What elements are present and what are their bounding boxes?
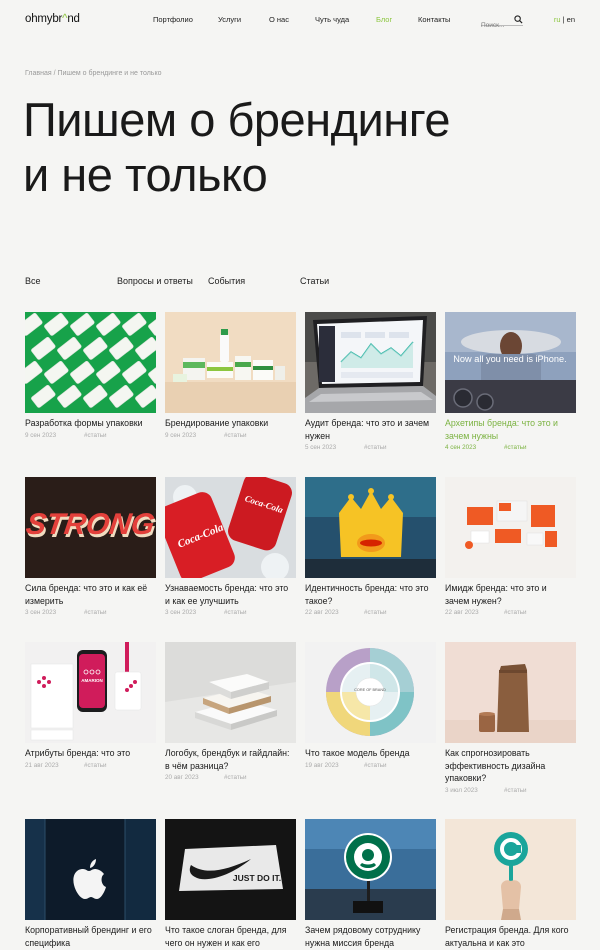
article-image-strong[interactable]: STRONG STRONG	[25, 477, 156, 578]
lang-en[interactable]: en	[567, 15, 575, 24]
article-date: 5 сен 2023	[305, 444, 337, 451]
article-tag[interactable]: #статьи	[504, 444, 527, 451]
nike-slogan: JUST DO IT.	[233, 873, 281, 883]
article-title[interactable]: Что такое модель бренда	[305, 747, 436, 760]
article-title[interactable]: Что такое слоган бренда, для чего он нуж…	[165, 924, 296, 949]
article-title[interactable]: Узнаваемость бренда: что это и как ее ул…	[165, 582, 296, 607]
article-title[interactable]: Идентичность бренда: что это такое?	[305, 582, 436, 607]
amarion-logo: AMARION	[81, 678, 103, 683]
article-image-coffee-pouch[interactable]	[445, 642, 576, 743]
nav-services[interactable]: Услуги	[218, 15, 269, 24]
article-tag[interactable]: #статьи	[84, 762, 107, 769]
article-date: 21 авг 2023	[25, 761, 59, 769]
article-card[interactable]: Брендирование упаковки 9 сен 2023 #статьи	[165, 312, 296, 441]
article-card[interactable]: Корпоративный брендинг и его специфика	[25, 819, 156, 949]
article-card[interactable]: STRONG STRONG Сила бренда: что это и как…	[25, 477, 156, 618]
search-input[interactable]	[481, 22, 513, 29]
article-tag[interactable]: #статьи	[504, 787, 527, 794]
filter-articles[interactable]: Статьи	[300, 276, 329, 286]
nav-blog[interactable]: Блог	[376, 15, 418, 24]
article-card[interactable]: Регистрация бренда. Для кого актуальна и…	[445, 819, 576, 949]
article-title[interactable]: Корпоративный брендинг и его специфика	[25, 924, 156, 949]
article-image-iphone[interactable]: Now all you need is iPhone.	[445, 312, 576, 413]
article-date: 9 сен 2023	[165, 431, 197, 439]
article-date: 3 сен 2023	[165, 609, 197, 616]
article-tag[interactable]: #статьи	[364, 444, 387, 451]
article-image-orange-mockups[interactable]	[445, 477, 576, 578]
article-title[interactable]: Как спрогнозировать эффективность дизайн…	[445, 747, 576, 785]
article-image-nike[interactable]: JUST DO IT.	[165, 819, 296, 920]
article-image-coca-cola[interactable]: Coca-Cola Coca-Cola	[165, 477, 296, 578]
language-switch: ru | en	[554, 15, 575, 24]
article-card[interactable]: Логобук, брендбук и гайдлайн: в чём разн…	[165, 642, 296, 783]
main-nav: Портфолио Услуги О нас Чуть чуда Блог Ко…	[153, 15, 468, 24]
article-image-copyright[interactable]	[445, 819, 576, 920]
lang-ru[interactable]: ru	[554, 15, 561, 24]
search-icon[interactable]	[514, 15, 523, 24]
article-title[interactable]: Аудит бренда: что это и зачем нужен	[305, 417, 436, 442]
breadcrumb: Главная / Пишем о брендинге и не только	[25, 70, 162, 77]
article-card[interactable]: Зачем рядовому сотруднику нужна миссия б…	[305, 819, 436, 949]
article-image-packaging[interactable]	[165, 312, 296, 413]
article-card[interactable]: AMARION Атрибуты бренда: что это 21 авг …	[25, 642, 156, 771]
logo[interactable]: ohmybr^nd	[25, 13, 80, 25]
article-title[interactable]: Зачем рядовому сотруднику нужна миссия б…	[305, 924, 436, 949]
article-date: 20 авг 2023	[165, 774, 199, 781]
brand-wheel-core-label: CORE OF BRAND	[354, 688, 386, 692]
article-card[interactable]: Как спрогнозировать эффективность дизайн…	[445, 642, 576, 796]
article-tag[interactable]: #статьи	[84, 432, 107, 439]
article-title[interactable]: Регистрация бренда. Для кого актуальна и…	[445, 924, 576, 949]
article-image-burger-king[interactable]	[305, 477, 436, 578]
site-header: ohmybr^nd Портфолио Услуги О нас Чуть чу…	[25, 12, 575, 30]
article-tag[interactable]: #статьи	[224, 609, 247, 616]
page-title: Пишем о брендинге и не только	[23, 93, 450, 201]
article-card[interactable]: Coca-Cola Coca-Cola Узнаваемость бренда:…	[165, 477, 296, 618]
article-title[interactable]: Брендирование упаковки	[165, 417, 296, 430]
article-image-apple-store[interactable]	[25, 819, 156, 920]
article-date: 3 сен 2023	[25, 609, 57, 616]
article-tag[interactable]: #статьи	[364, 762, 387, 769]
article-card[interactable]: CORE OF BRAND Что такое модель бренда 19…	[305, 642, 436, 771]
article-date: 3 июл 2023	[445, 786, 478, 794]
article-card[interactable]: Now all you need is iPhone. Архетипы бре…	[445, 312, 576, 453]
search-box	[481, 14, 523, 29]
nav-contacts[interactable]: Контакты	[418, 15, 468, 24]
article-tag[interactable]: #статьи	[84, 609, 107, 616]
article-title[interactable]: Архетипы бренда: что это и зачем нужны	[445, 417, 576, 442]
nav-miracle[interactable]: Чуть чуда	[315, 15, 376, 24]
article-title[interactable]: Сила бренда: что это и как её измерить	[25, 582, 156, 607]
article-card[interactable]: Идентичность бренда: что это такое? 22 а…	[305, 477, 436, 618]
article-title[interactable]: Разработка формы упаковки	[25, 417, 156, 430]
article-image-brand-wheel[interactable]: CORE OF BRAND	[305, 642, 436, 743]
article-tag[interactable]: #статьи	[364, 609, 387, 616]
article-image-books[interactable]	[165, 642, 296, 743]
article-date: 4 сен 2023	[445, 444, 477, 451]
article-image-packets[interactable]	[25, 312, 156, 413]
article-image-starbucks[interactable]	[305, 819, 436, 920]
article-tag[interactable]: #статьи	[224, 774, 247, 781]
article-tag[interactable]: #статьи	[504, 609, 527, 616]
article-title[interactable]: Логобук, брендбук и гайдлайн: в чём разн…	[165, 747, 296, 772]
article-image-laptop[interactable]	[305, 312, 436, 413]
iphone-ad-text: Now all you need is iPhone.	[453, 354, 566, 364]
article-card[interactable]: Разработка формы упаковки 9 сен 2023 #ста…	[25, 312, 156, 441]
article-date: 9 сен 2023	[25, 431, 57, 439]
article-tag[interactable]: #статьи	[224, 432, 247, 439]
article-card[interactable]: Аудит бренда: что это и зачем нужен 5 се…	[305, 312, 436, 453]
article-date: 22 авг 2023	[445, 609, 479, 616]
nav-portfolio[interactable]: Портфолио	[153, 15, 218, 24]
nav-about[interactable]: О нас	[269, 15, 315, 24]
article-title[interactable]: Имидж бренда: что это и зачем нужен?	[445, 582, 576, 607]
article-date: 19 авг 2023	[305, 761, 339, 769]
filter-faq[interactable]: Вопросы и ответы	[117, 276, 193, 286]
article-card[interactable]: JUST DO IT. Что такое слоган бренда, для…	[165, 819, 296, 949]
filter-events[interactable]: События	[208, 276, 245, 286]
filter-all[interactable]: Все	[25, 276, 41, 286]
article-date: 22 авг 2023	[305, 609, 339, 616]
article-card[interactable]: Имидж бренда: что это и зачем нужен? 22 …	[445, 477, 576, 618]
article-title[interactable]: Атрибуты бренда: что это	[25, 747, 156, 760]
article-image-amarion[interactable]: AMARION	[25, 642, 156, 743]
strong-text: STRONG	[25, 508, 156, 541]
